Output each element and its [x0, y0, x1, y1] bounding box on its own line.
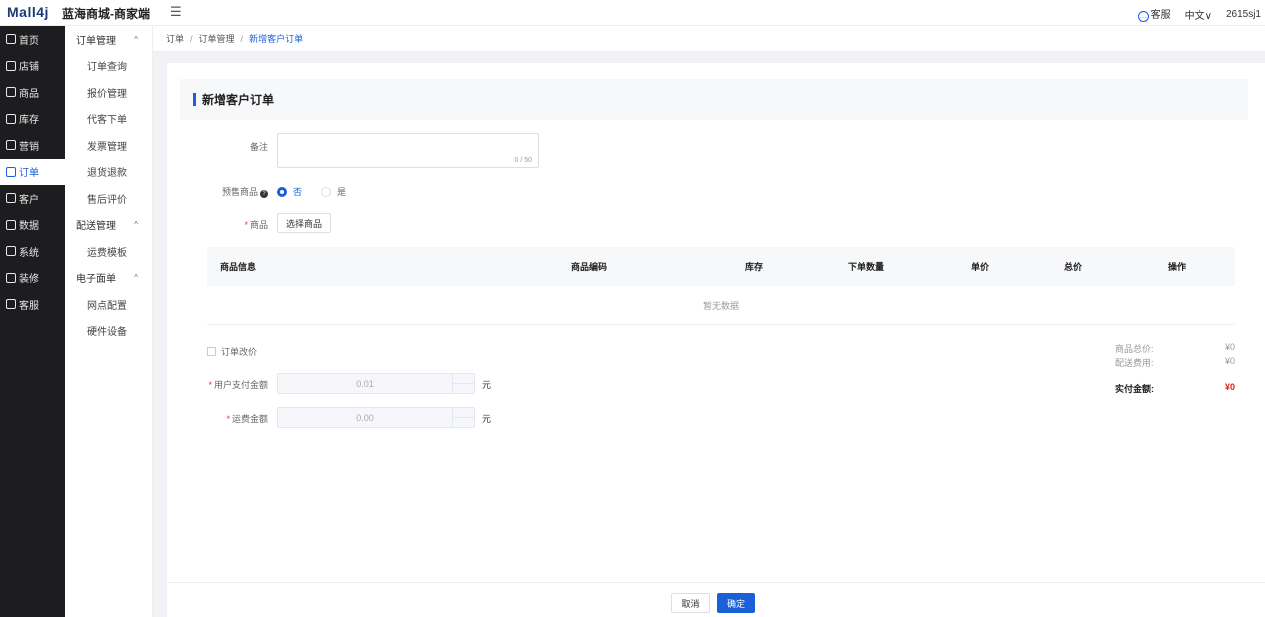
page-title: 新增客户订单: [202, 93, 275, 107]
shipping-unit: 元: [482, 414, 492, 424]
customer-icon: [6, 193, 16, 204]
sidebar-item-order[interactable]: 订单: [0, 158, 65, 185]
sidebar-item-shop[interactable]: 店铺: [0, 53, 65, 80]
chevron-up-icon: ^: [134, 273, 138, 283]
remark-label: 备注: [249, 142, 268, 152]
submenu-item-freight-template[interactable]: 运费模板: [65, 238, 152, 265]
user-pay-input[interactable]: 0.01: [277, 373, 475, 394]
sidebar-item-inventory[interactable]: 库存: [0, 106, 65, 133]
data-icon: [6, 219, 16, 230]
checkbox-icon: [207, 347, 216, 356]
table-header: 商品信息 商品编码 库存 下单数量 单价 总价 操作: [207, 247, 1235, 286]
top-right-actions: … 客服 中文∨ 2615sj1: [1137, 6, 1261, 22]
sidebar-item-marketing[interactable]: 营销: [0, 132, 65, 159]
shop-icon: [6, 60, 16, 71]
confirm-button[interactable]: 确定: [717, 593, 755, 613]
decorate-icon: [6, 272, 16, 283]
chat-icon: …: [1137, 11, 1149, 22]
col-unit-price: 单价: [971, 262, 990, 272]
form-footer: 取消 确定: [167, 582, 1265, 617]
submenu-group-order-management[interactable]: 订单管理 ^: [65, 26, 152, 53]
submenu-item-review[interactable]: 售后评价: [65, 185, 152, 212]
breadcrumb-order[interactable]: 订单: [166, 32, 184, 45]
settings-icon: [6, 246, 16, 257]
submenu-item-proxy-order[interactable]: 代客下单: [65, 106, 152, 133]
help-icon[interactable]: ?: [260, 190, 268, 198]
cancel-button[interactable]: 取消: [671, 593, 710, 613]
language-switch[interactable]: 中文∨: [1185, 7, 1212, 22]
remark-char-count: 0 / 50: [514, 157, 532, 164]
remark-textarea[interactable]: 0 / 50: [277, 133, 539, 168]
submenu-group-delivery[interactable]: 配送管理 ^: [65, 212, 152, 239]
shipping-fee-value: ¥0: [1224, 356, 1235, 366]
shipping-label: * 运费金额: [226, 414, 268, 424]
breadcrumb-separator: /: [190, 33, 193, 44]
actual-pay-value: ¥0: [1224, 382, 1235, 392]
stepper-controls[interactable]: [452, 374, 475, 393]
product-total-value: ¥0: [1224, 342, 1235, 352]
submenu-item-outlet-config[interactable]: 网点配置: [65, 291, 152, 318]
order-icon: [6, 166, 16, 177]
top-bar: Mall4j 蓝海商城-商家端 ☰ … 客服 中文∨ 2615sj1: [0, 0, 1265, 26]
submenu-group-e-waybill[interactable]: 电子面单 ^: [65, 265, 152, 292]
sidebar-item-service[interactable]: 客服: [0, 291, 65, 318]
col-quantity: 下单数量: [848, 262, 885, 272]
shipping-fee-label: 配送费用:: [1115, 358, 1154, 368]
title-accent-bar: [193, 93, 196, 106]
sidebar-item-decorate[interactable]: 装修: [0, 265, 65, 292]
inventory-icon: [6, 113, 16, 124]
gift-icon: [6, 140, 16, 151]
radio-checked-icon: [277, 186, 287, 197]
actual-pay-label: 实付金额:: [1115, 384, 1154, 394]
logo[interactable]: Mall4j: [7, 4, 49, 20]
chevron-up-icon: ^: [134, 34, 138, 44]
col-product-info: 商品信息: [220, 262, 257, 272]
chevron-up-icon: ^: [134, 220, 138, 230]
change-price-checkbox[interactable]: 订单改价: [207, 345, 257, 358]
sidebar-item-data[interactable]: 数据: [0, 212, 65, 239]
col-total-price: 总价: [1064, 262, 1083, 272]
breadcrumb: 订单 / 订单管理 / 新增客户订单: [153, 26, 1265, 52]
product-table: 商品信息 商品编码 库存 下单数量 单价 总价 操作 暂无数据: [207, 247, 1235, 325]
shop-name: 蓝海商城-商家端: [62, 7, 150, 21]
radio-unchecked-icon: [321, 186, 331, 197]
submenu-item-quote[interactable]: 报价管理: [65, 79, 152, 106]
main-content: 新增客户订单 备注 0 / 50 预售商品? 否 是 * 商品 选择商品 商品信息…: [167, 63, 1265, 617]
sidebar-item-customer[interactable]: 客户: [0, 185, 65, 212]
user-pay-unit: 元: [482, 380, 492, 390]
submenu-item-hardware[interactable]: 硬件设备: [65, 318, 152, 345]
submenu-item-invoice[interactable]: 发票管理: [65, 132, 152, 159]
sidebar-item-home[interactable]: 首页: [0, 26, 65, 53]
shipping-input[interactable]: 0.00: [277, 407, 475, 428]
user-pay-label: * 用户支付金额: [208, 380, 268, 390]
col-stock: 库存: [745, 262, 764, 272]
customer-service-link[interactable]: … 客服: [1137, 6, 1171, 22]
sidebar-item-product[interactable]: 商品: [0, 79, 65, 106]
user-menu[interactable]: 2615sj1: [1226, 9, 1261, 20]
card-header: 新增客户订单: [180, 79, 1248, 120]
sidebar: 首页 店铺 商品 库存 营销 订单 客户 数据 系统 装修 客服: [0, 26, 65, 617]
product-label: * 商品: [244, 220, 268, 230]
menu-toggle-icon[interactable]: ☰: [170, 4, 182, 20]
col-product-code: 商品编码: [571, 262, 608, 272]
presale-radio-no[interactable]: 否: [277, 185, 302, 198]
home-icon: [6, 34, 16, 45]
breadcrumb-separator: /: [240, 33, 244, 44]
table-empty: 暂无数据: [207, 286, 1235, 325]
submenu-item-order-query[interactable]: 订单查询: [65, 53, 152, 80]
select-product-button[interactable]: 选择商品: [277, 213, 331, 233]
breadcrumb-order-management[interactable]: 订单管理: [199, 32, 235, 45]
presale-label: 预售商品?: [207, 185, 268, 198]
presale-radio-yes[interactable]: 是: [321, 185, 346, 198]
submenu-item-refund[interactable]: 退货退款: [65, 159, 152, 186]
product-total-label: 商品总价:: [1115, 344, 1154, 354]
stepper-controls[interactable]: [452, 408, 475, 427]
col-actions: 操作: [1168, 262, 1187, 272]
submenu: 订单管理 ^ 订单查询 报价管理 代客下单 发票管理 退货退款 售后评价 配送管理…: [65, 26, 153, 617]
sidebar-item-system[interactable]: 系统: [0, 238, 65, 265]
product-icon: [6, 87, 16, 98]
breadcrumb-current: 新增客户订单: [249, 34, 304, 44]
chat-icon: [6, 299, 16, 310]
